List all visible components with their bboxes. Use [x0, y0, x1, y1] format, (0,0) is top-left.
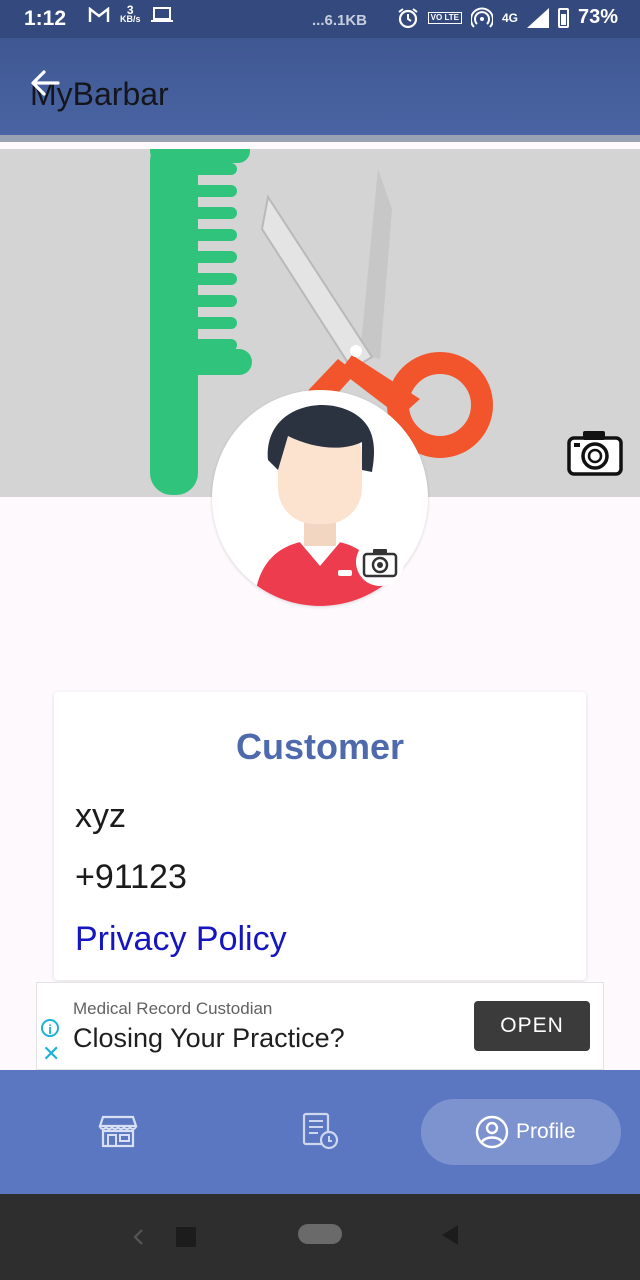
avatar-camera-button[interactable] [356, 538, 404, 586]
signal-icon [526, 7, 549, 28]
nav-item-bookings[interactable] [300, 1112, 340, 1150]
battery-icon [557, 7, 569, 28]
ad-close-icon[interactable]: ✕ [42, 1043, 60, 1065]
back-triangle-icon[interactable] [440, 1224, 460, 1246]
profile-card: Customer xyz +91123 Privacy Policy [54, 692, 586, 980]
system-navigation-bar [0, 1194, 640, 1280]
ad-headline[interactable]: Closing Your Practice? [73, 1023, 345, 1054]
user-name: xyz [75, 797, 126, 835]
nav-item-profile[interactable]: Profile [421, 1099, 621, 1165]
store-icon [98, 1115, 138, 1148]
laptop-icon [150, 7, 173, 22]
data-rate: 3 KB/s [120, 3, 141, 24]
app-bar: MyBarbar [0, 38, 640, 142]
nav-profile-label: Profile [516, 1120, 576, 1143]
status-bar: 1:12 3 KB/s ...6.1KB VO LTE 4G 73% [0, 0, 640, 38]
bookings-icon [302, 1112, 339, 1150]
status-right-icons: VO LTE 4G 73% [397, 6, 618, 29]
privacy-policy-link[interactable]: Privacy Policy [75, 920, 287, 959]
ad-banner[interactable]: i ✕ Medical Record Custodian Closing You… [36, 982, 604, 1070]
chevron-left-icon[interactable] [132, 1228, 144, 1246]
hotspot-icon [470, 7, 493, 28]
status-time: 1:12 [24, 7, 67, 30]
battery-percent: 73% [577, 6, 618, 28]
user-role: Customer [235, 726, 405, 767]
ad-info-icon[interactable]: i [41, 1019, 59, 1037]
nav-item-store[interactable] [98, 1114, 138, 1148]
ad-open-button[interactable]: OPEN [474, 1001, 590, 1051]
cover-camera-icon[interactable] [566, 428, 624, 478]
network-type: 4G [501, 10, 518, 25]
profile-icon [475, 1115, 509, 1149]
home-button[interactable] [298, 1224, 342, 1244]
volte-badge: VO LTE [427, 11, 462, 24]
status-left-icons: 3 KB/s [88, 3, 173, 24]
user-phone: +91123 [75, 858, 187, 896]
ad-source: Medical Record Custodian [73, 999, 273, 1018]
network-speed: ...6.1KB [312, 12, 368, 29]
recents-button[interactable] [176, 1227, 196, 1247]
back-arrow-icon[interactable] [28, 66, 62, 100]
camera-icon [362, 549, 398, 578]
gmail-icon [88, 7, 110, 22]
bottom-navigation: Profile [0, 1070, 640, 1194]
alarm-icon [398, 7, 418, 28]
